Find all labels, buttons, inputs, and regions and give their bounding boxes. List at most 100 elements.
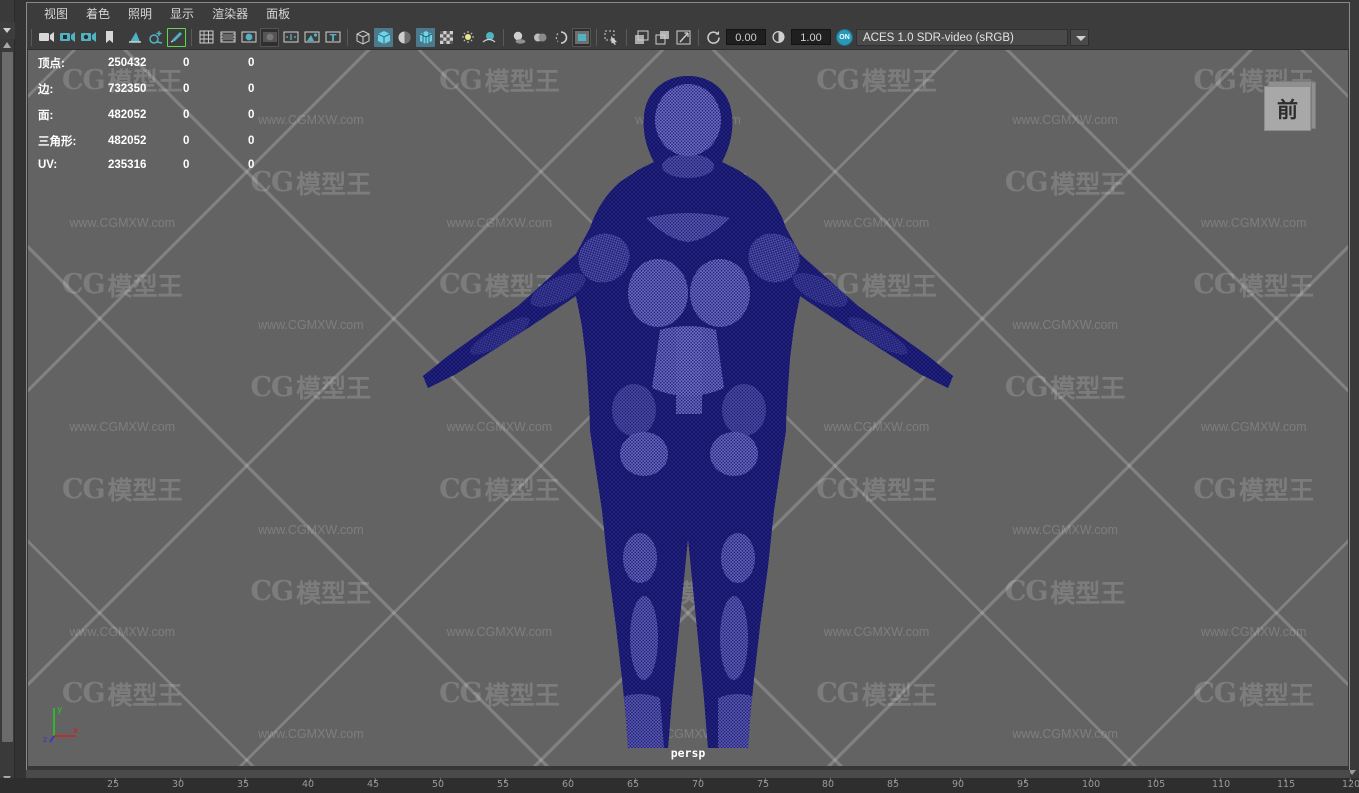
watermark-tile: CG模型王: [217, 357, 406, 459]
watermark-logo-latin: CG: [61, 473, 106, 505]
watermark-logo-latin: CG: [1004, 371, 1049, 403]
stats-label: UV:: [38, 159, 58, 171]
scroll-up-arrow-icon[interactable]: [1, 40, 14, 51]
shadows-icon[interactable]: [509, 28, 528, 47]
toolbar-divider: [503, 28, 504, 46]
motion-blur-icon[interactable]: [551, 28, 570, 47]
menu-item-renderer[interactable]: 渲染器: [203, 5, 257, 23]
toolbar-divider: [626, 28, 627, 46]
female-character-wireframe-model[interactable]: [408, 58, 968, 758]
menu-item-shading[interactable]: 着色: [77, 5, 119, 23]
multisample-anti-aliasing-icon[interactable]: [572, 27, 591, 47]
watermark-logo-latin: CG: [1193, 269, 1237, 301]
viewport-3d[interactable]: CG模型王www.CGMXW.comCG模型王www.CGMXW.comCG模型…: [28, 50, 1348, 766]
xray-joints-icon[interactable]: [653, 28, 672, 47]
maya-viewport-window: 视图 着色 照明 显示 渲染器 面板 T 0.00 1.00 ON ACES 1…: [0, 0, 1359, 793]
timeline-tick-label: 45: [367, 779, 380, 790]
watermark-tile: CG模型王: [971, 561, 1160, 663]
bookmark-icon[interactable]: [100, 28, 119, 47]
wireframe-icon[interactable]: [353, 28, 372, 47]
timeline-tick-label: 50: [432, 779, 445, 790]
viewport-toolbar: T 0.00 1.00 ON ACES 1.0 SDR-video (sRGB): [27, 25, 1349, 50]
watermark-tile: www.CGMXW.com: [971, 255, 1160, 357]
color-management-profile-field[interactable]: ACES 1.0 SDR-video (sRGB): [856, 28, 1068, 46]
menu-item-view[interactable]: 视图: [35, 5, 77, 23]
toolbar-divider: [191, 28, 192, 46]
watermark-logo: CG模型王: [251, 574, 372, 610]
table-row: 边: 732350 0 0: [38, 76, 308, 102]
watermark-tile: www.CGMXW.com: [1159, 152, 1348, 254]
texture-icon[interactable]: [437, 28, 456, 47]
watermark-logo: CG模型王: [1193, 267, 1314, 303]
stats-selected: 0: [183, 83, 190, 95]
watermark-tile: www.CGMXW.com: [1159, 561, 1348, 663]
exposure-reset-icon[interactable]: [704, 28, 723, 47]
field-chart-icon[interactable]: [281, 28, 300, 47]
stats-extra: 0: [248, 159, 255, 171]
stats-total: 732350: [108, 83, 147, 95]
wireframe-on-shaded-icon[interactable]: [416, 27, 435, 47]
use-default-lighting-icon[interactable]: [458, 28, 477, 47]
menu-item-show[interactable]: 显示: [161, 5, 203, 23]
resolution-gate-icon[interactable]: [239, 28, 258, 47]
stats-selected: 0: [183, 135, 190, 147]
timeline-tick-label: 75: [757, 779, 770, 790]
chevron-down-icon[interactable]: [1070, 28, 1089, 46]
two-d-pan-zoom-icon[interactable]: [146, 28, 165, 47]
safe-title-icon[interactable]: T: [323, 28, 342, 47]
watermark-logo: CG模型王: [251, 369, 372, 405]
safe-action-icon[interactable]: [302, 28, 321, 47]
menu-item-panels[interactable]: 面板: [257, 5, 299, 23]
watermark-logo-cn: 模型王: [107, 271, 183, 301]
exposure-value-field[interactable]: 0.00: [726, 29, 766, 45]
menu-item-lighting[interactable]: 照明: [119, 5, 161, 23]
scrollbar-thumb[interactable]: [2, 52, 13, 742]
smooth-shade-all-icon[interactable]: [374, 27, 393, 47]
scrollbar-menu-button[interactable]: [0, 22, 15, 39]
grid-icon[interactable]: [197, 28, 216, 47]
gate-mask-icon[interactable]: [260, 27, 279, 47]
image-plane-icon[interactable]: [125, 28, 144, 47]
timeline-band[interactable]: [26, 770, 1350, 778]
lock-camera-icon[interactable]: [58, 28, 77, 47]
watermark-url: www.CGMXW.com: [258, 317, 364, 332]
shade-selected-items-icon[interactable]: [395, 28, 414, 47]
axis-gizmo: y x z: [40, 702, 86, 744]
timeline-ruler[interactable]: 25 30 35 40 45 50 55 60 65 70 75 80 85 90 95 100 105 110 1…: [0, 778, 1359, 793]
isolate-select-icon[interactable]: [602, 28, 621, 47]
timeline-tick-label: 40: [302, 779, 315, 790]
watermark-logo: CG模型王: [1193, 676, 1314, 712]
select-camera-icon[interactable]: [37, 28, 56, 47]
axis-z-line: [49, 735, 55, 743]
view-cube[interactable]: 前: [1264, 80, 1316, 132]
view-cube-right-face[interactable]: [1311, 82, 1316, 129]
watermark-logo-cn: 模型王: [107, 476, 183, 506]
right-scrollbar[interactable]: [1350, 0, 1359, 793]
color-management-toggle[interactable]: ON: [836, 28, 853, 46]
film-gate-icon[interactable]: [218, 28, 237, 47]
xray-active-components-icon[interactable]: [674, 28, 693, 47]
watermark-logo-cn: 模型王: [1238, 476, 1314, 506]
camera-attributes-icon[interactable]: [79, 28, 98, 47]
gamma-icon[interactable]: [769, 28, 788, 47]
watermark-url: www.CGMXW.com: [1200, 624, 1307, 639]
stats-total: 250432: [108, 57, 147, 69]
grease-pencil-icon[interactable]: [167, 27, 186, 47]
timeline-tick-label: 100: [1082, 779, 1101, 790]
table-row: 顶点: 250432 0 0: [38, 50, 308, 76]
use-all-lights-icon[interactable]: [479, 28, 498, 47]
camera-name-label: persp: [670, 746, 706, 760]
ambient-occlusion-icon[interactable]: [530, 28, 549, 47]
gamma-value-field[interactable]: 1.00: [791, 29, 831, 45]
watermark-tile: www.CGMXW.com: [28, 561, 217, 663]
watermark-tile: CG模型王: [217, 561, 406, 663]
view-cube-front-face[interactable]: 前: [1264, 86, 1311, 131]
heads-up-display-stats: 顶点: 250432 0 0 边: 732350 0 0 面: 482052 0…: [38, 50, 308, 176]
watermark-url: www.CGMXW.com: [69, 215, 176, 230]
left-scrollbar[interactable]: [0, 0, 15, 793]
xray-icon[interactable]: [632, 28, 651, 47]
timeline-tick-label: 35: [237, 779, 250, 790]
svg-text:x: x: [73, 726, 79, 736]
watermark-url: www.CGMXW.com: [69, 420, 176, 435]
stats-extra: 0: [248, 135, 255, 147]
